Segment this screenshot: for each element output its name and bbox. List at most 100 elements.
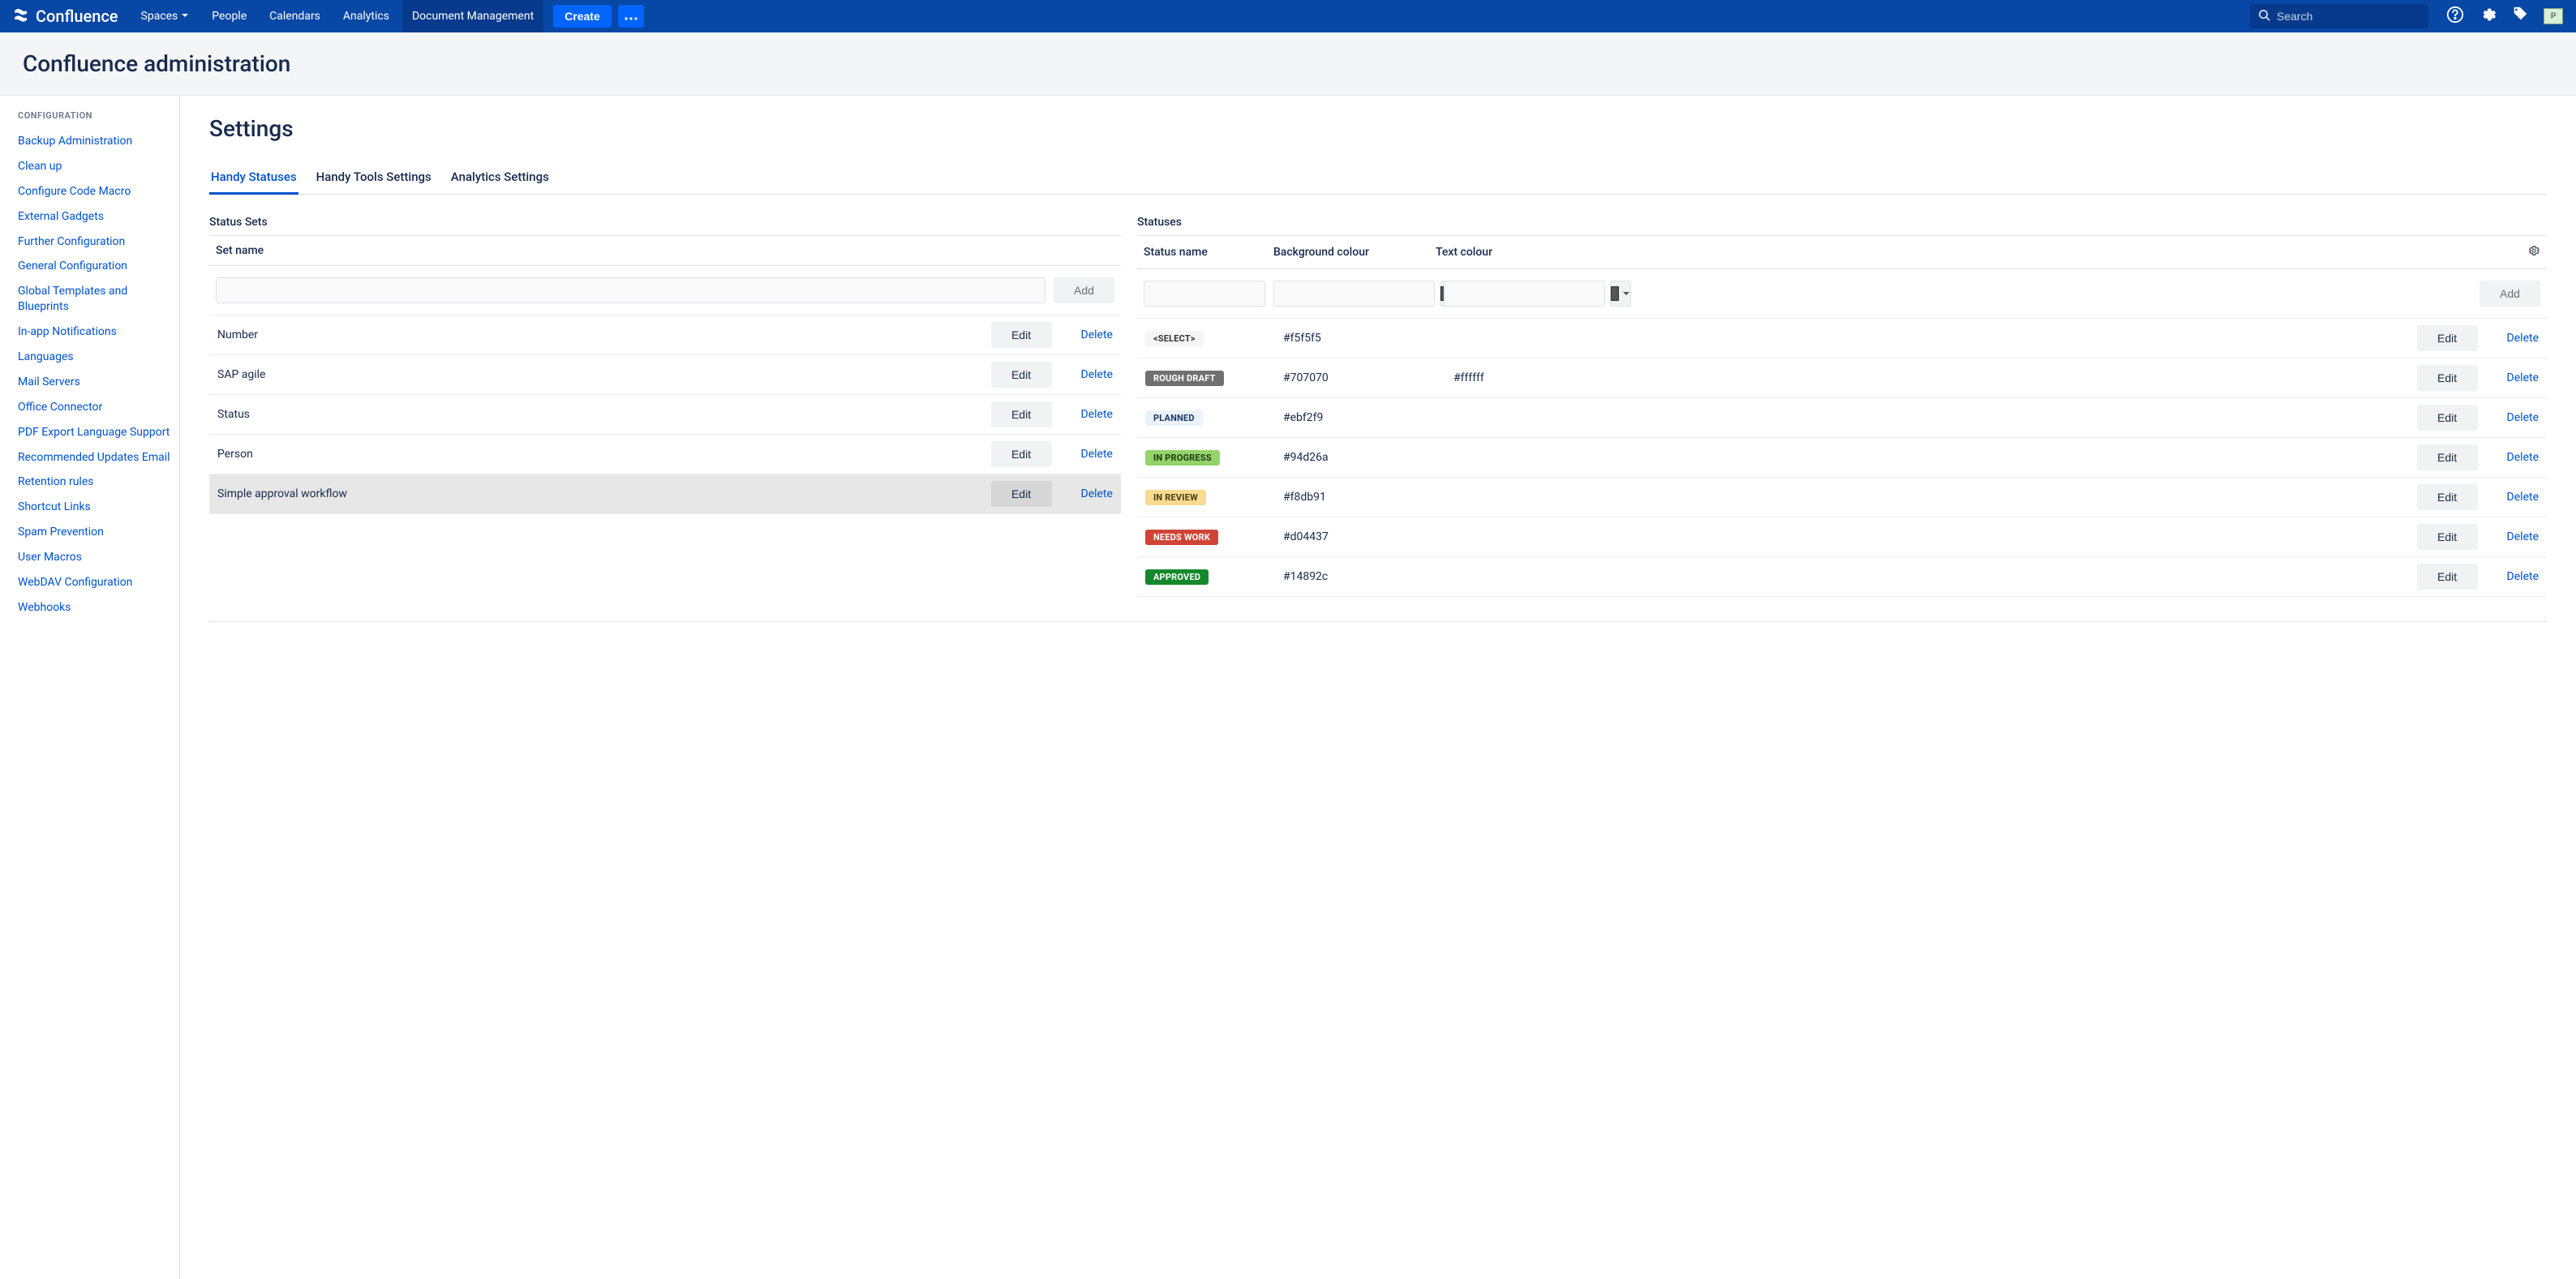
top-nav: Confluence Spaces People Calendars Analy… (0, 0, 2576, 32)
status-row: <SELECT>#f5f5f5EditDelete (1137, 319, 2547, 358)
edit-status-button[interactable]: Edit (2417, 484, 2478, 510)
sidebar-item[interactable]: Shortcut Links (18, 495, 171, 520)
status-lozenge: APPROVED (1145, 569, 1209, 585)
bg-colour-input[interactable] (1273, 281, 1435, 307)
nav-document-management[interactable]: Document Management (402, 0, 543, 32)
delete-status-link[interactable]: Delete (2507, 491, 2539, 504)
text-colour-input[interactable] (1444, 281, 1605, 307)
status-lozenge: NEEDS WORK (1145, 530, 1218, 545)
edit-set-button[interactable]: Edit (991, 322, 1052, 348)
sidebar-item[interactable]: Languages (18, 345, 171, 370)
tab[interactable]: Handy Tools Settings (315, 161, 433, 195)
statuses-panel: Statuses Status name Background colour T… (1137, 209, 2547, 597)
nav-analytics[interactable]: Analytics (333, 0, 399, 32)
status-lozenge: <SELECT> (1145, 331, 1204, 346)
status-sets-panel: Status Sets Set name Add NumberEditDelet… (209, 209, 1121, 597)
sidebar-item[interactable]: Webhooks (18, 595, 171, 620)
sidebar-item[interactable]: Backup Administration (18, 129, 171, 154)
search-icon (2258, 9, 2270, 24)
edit-status-button[interactable]: Edit (2417, 444, 2478, 470)
delete-status-link[interactable]: Delete (2507, 530, 2539, 543)
bg-colour-value: #14892c (1283, 570, 1445, 583)
edit-status-button[interactable]: Edit (2417, 405, 2478, 431)
delete-status-link[interactable]: Delete (2507, 411, 2539, 424)
set-row[interactable]: StatusEditDelete (209, 395, 1121, 435)
set-row[interactable]: Number Edit Delete (209, 315, 1121, 355)
set-row[interactable]: Simple approval workflowEditDelete (209, 474, 1121, 514)
edit-set-button[interactable]: Edit (991, 362, 1052, 388)
help-icon[interactable] (2446, 6, 2464, 27)
gear-icon[interactable] (2479, 6, 2497, 27)
sidebar-item[interactable]: Retention rules (18, 470, 171, 495)
nav-spaces[interactable]: Spaces (131, 0, 200, 32)
bg-colour-value: #707070 (1283, 371, 1445, 384)
delete-set-link[interactable]: Delete (1081, 448, 1113, 461)
edit-set-button[interactable]: Edit (991, 481, 1052, 507)
delete-set-link[interactable]: Delete (1081, 408, 1113, 421)
sidebar-item[interactable]: Office Connector (18, 395, 171, 420)
tab[interactable]: Handy Statuses (209, 161, 298, 195)
col-text-colour: Text colour (1436, 246, 1557, 259)
sidebar-item[interactable]: Mail Servers (18, 370, 171, 395)
create-button[interactable]: Create (553, 5, 612, 28)
set-row[interactable]: SAP agileEditDelete (209, 355, 1121, 395)
col-set-name: Set name (216, 244, 1114, 257)
sidebar-item[interactable]: Configure Code Macro (18, 179, 171, 204)
edit-set-button[interactable]: Edit (991, 401, 1052, 427)
edit-set-button[interactable]: Edit (991, 441, 1052, 467)
nav-calendars[interactable]: Calendars (260, 0, 330, 32)
text-colour-picker[interactable] (1610, 281, 1631, 307)
delete-set-link[interactable]: Delete (1081, 328, 1113, 341)
avatar[interactable]: P (2544, 8, 2563, 24)
page-title: Confluence administration (23, 50, 2553, 77)
more-button[interactable] (618, 5, 644, 28)
sidebar: CONFIGURATION Backup AdministrationClean… (0, 96, 180, 1279)
sidebar-item[interactable]: PDF Export Language Support (18, 420, 171, 445)
sidebar-item[interactable]: External Gadgets (18, 204, 171, 230)
add-status-button[interactable]: Add (2479, 281, 2540, 307)
edit-status-button[interactable]: Edit (2417, 365, 2478, 391)
status-lozenge: IN PROGRESS (1145, 450, 1220, 466)
set-row[interactable]: PersonEditDelete (209, 435, 1121, 474)
tabs: Handy Statuses Handy Tools Settings Analyt… (209, 161, 2547, 195)
edit-status-button[interactable]: Edit (2417, 564, 2478, 590)
bg-colour-value: #f8db91 (1283, 491, 1445, 504)
sidebar-item[interactable]: WebDAV Configuration (18, 570, 171, 595)
set-name-input[interactable] (216, 277, 1045, 303)
tab[interactable]: Analytics Settings (449, 161, 551, 195)
sidebar-item[interactable]: In-app Notifications (18, 320, 171, 345)
delete-status-link[interactable]: Delete (2507, 451, 2539, 464)
edit-status-button[interactable]: Edit (2417, 524, 2478, 550)
tag-icon[interactable] (2511, 6, 2529, 27)
sidebar-item[interactable]: General Configuration (18, 254, 171, 279)
status-lozenge: ROUGH DRAFT (1145, 371, 1224, 386)
sidebar-item[interactable]: Further Configuration (18, 230, 171, 255)
add-set-button[interactable]: Add (1054, 277, 1114, 303)
page-header: Confluence administration (0, 32, 2576, 96)
nav-people[interactable]: People (202, 0, 256, 32)
sidebar-item[interactable]: User Macros (18, 545, 171, 570)
status-lozenge: PLANNED (1145, 410, 1203, 426)
search-box[interactable] (2250, 4, 2428, 28)
sidebar-item[interactable]: Global Templates and Blueprints (18, 279, 171, 320)
confluence-icon (13, 6, 29, 27)
gear-icon[interactable] (2527, 244, 2540, 260)
ellipsis-icon (625, 11, 638, 23)
sidebar-item[interactable]: Recommended Updates Email (18, 445, 171, 470)
delete-status-link[interactable]: Delete (2507, 371, 2539, 384)
text-colour-value: #ffffff (1453, 371, 1575, 384)
status-row: APPROVED #14892c Edit Delete (1137, 557, 2547, 597)
delete-set-link[interactable]: Delete (1081, 368, 1113, 381)
sidebar-item[interactable]: Spam Prevention (18, 520, 171, 545)
delete-set-link[interactable]: Delete (1081, 487, 1113, 500)
brand[interactable]: Confluence (13, 6, 118, 27)
set-name: Number (217, 328, 983, 341)
edit-status-button[interactable]: Edit (2417, 325, 2478, 351)
delete-status-link[interactable]: Delete (2507, 570, 2539, 583)
sidebar-item[interactable]: Clean up (18, 154, 171, 179)
status-name-input[interactable] (1144, 281, 1265, 307)
search-input[interactable] (2277, 10, 2420, 23)
status-row: PLANNED#ebf2f9EditDelete (1137, 398, 2547, 438)
delete-status-link[interactable]: Delete (2507, 332, 2539, 345)
status-row: IN PROGRESS#94d26aEditDelete (1137, 438, 2547, 478)
